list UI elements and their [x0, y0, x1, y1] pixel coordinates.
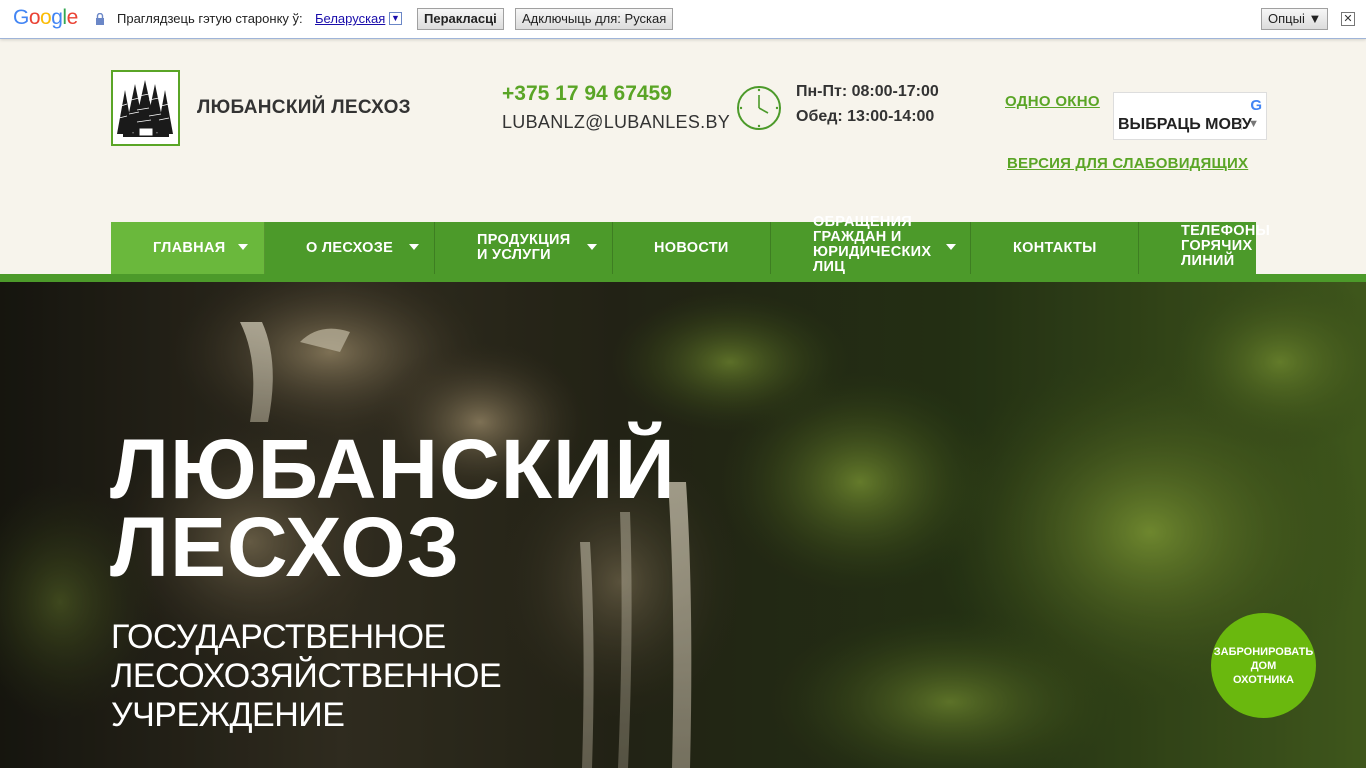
options-button[interactable]: Опцыі ▼ — [1261, 8, 1329, 30]
nav-item-about[interactable]: О ЛЕСХОЗЕ — [265, 222, 435, 274]
hero-subtitle-line: ГОСУДАРСТВЕННОЕ — [111, 618, 446, 656]
email-link[interactable]: LUBANLZ@LUBANLES.BY — [502, 112, 730, 133]
hero-title-line: ЛЕСХОЗ — [110, 500, 461, 594]
lunch-hours: Обед: 13:00-14:00 — [796, 108, 935, 125]
nav-label: ГЛАВНАЯ — [153, 239, 226, 256]
turn-off-translate-button[interactable]: Адключыць для: Руская — [515, 8, 674, 30]
hero-title-line: ЛЮБАНСКИЙ — [110, 422, 676, 516]
hero-subtitle-line: ЛЕСОХОЗЯЙСТВЕННОЕ — [111, 657, 502, 695]
site-logo[interactable] — [111, 70, 180, 146]
site-name[interactable]: ЛЮБАНСКИЙ ЛЕСХОЗ — [197, 97, 411, 119]
translate-bar: Google Праглядзець гэтую старонку ў: Бел… — [0, 0, 1366, 39]
nav-label: КОНТАКТЫ — [1013, 239, 1097, 256]
language-select-label: ВЫБРАЦЬ МОВУ — [1118, 116, 1252, 133]
google-g-icon: G — [1250, 97, 1262, 114]
hero-subtitle: ГОСУДАРСТВЕННОЕ ЛЕСОХОЗЯЙСТВЕННОЕ УЧРЕЖД… — [111, 618, 502, 735]
book-hunter-house-button[interactable]: ЗАБРОНИРОВАТЬ ДОМ ОХОТНИКА — [1211, 613, 1316, 718]
phone-link[interactable]: +375 17 94 67459 — [502, 82, 672, 106]
nav-item-appeals[interactable]: ОБРАЩЕНИЯ ГРАЖДАН И ЮРИДИЧЕСКИХ ЛИЦ — [771, 215, 971, 275]
forest-logo-icon — [117, 80, 173, 137]
nav-item-contacts[interactable]: КОНТАКТЫ — [971, 222, 1139, 274]
book-button-label: ЗАБРОНИРОВАТЬ ДОМ ОХОТНИКА — [1213, 645, 1314, 686]
nav-label: О ЛЕСХОЗЕ — [306, 239, 394, 256]
caret-down-icon — [238, 244, 248, 250]
nav-label: ПРОДУКЦИЯ И УСЛУГИ — [477, 232, 571, 263]
google-logo: Google — [13, 6, 78, 29]
nav-item-home[interactable]: ГЛАВНАЯ — [111, 222, 265, 274]
hero-banner: ЛЮБАНСКИЙ ЛЕСХОЗ ГОСУДАРСТВЕННОЕ ЛЕСОХОЗ… — [0, 282, 1366, 768]
hero-subtitle-line: УЧРЕЖДЕНИЕ — [111, 696, 345, 734]
translate-button[interactable]: Перакласці — [417, 8, 504, 30]
chevron-down-icon: ▼ — [1241, 118, 1259, 130]
nav-item-news[interactable]: НОВОСТИ — [613, 222, 771, 274]
one-window-link[interactable]: ОДНО ОКНО — [1005, 93, 1100, 110]
nav-underline — [0, 274, 1366, 282]
clock-icon — [737, 86, 781, 130]
low-vision-link[interactable]: ВЕРСИЯ ДЛЯ СЛАБОВИДЯЩИХ — [1007, 155, 1248, 172]
language-dropdown-icon[interactable]: ▼ — [389, 12, 402, 25]
nav-label: ТЕЛЕФОНЫ ГОРЯЧИХ ЛИНИЙ — [1181, 223, 1271, 269]
close-icon[interactable]: ✕ — [1341, 12, 1355, 26]
nav-item-hotlines[interactable]: ТЕЛЕФОНЫ ГОРЯЧИХ ЛИНИЙ — [1139, 222, 1270, 274]
language-select[interactable]: G ВЫБРАЦЬ МОВУ ▼ — [1113, 92, 1267, 140]
lock-icon — [96, 13, 104, 25]
translate-language-link[interactable]: Беларуская — [315, 11, 385, 26]
nav-item-products[interactable]: ПРОДУКЦИЯ И УСЛУГИ — [435, 222, 613, 274]
nav-label: ОБРАЩЕНИЯ ГРАЖДАН И ЮРИДИЧЕСКИХ ЛИЦ — [813, 214, 932, 275]
caret-down-icon — [587, 244, 597, 250]
hero-title: ЛЮБАНСКИЙ ЛЕСХОЗ — [110, 422, 676, 594]
working-hours: Пн-Пт: 08:00-17:00 — [796, 83, 939, 100]
main-nav: ГЛАВНАЯ О ЛЕСХОЗЕ ПРОДУКЦИЯ И УСЛУГИ НОВ… — [111, 215, 1270, 275]
caret-down-icon — [946, 244, 956, 250]
nav-label: НОВОСТИ — [654, 239, 729, 256]
translate-prompt: Праглядзець гэтую старонку ў: — [117, 11, 303, 26]
caret-down-icon — [409, 244, 419, 250]
